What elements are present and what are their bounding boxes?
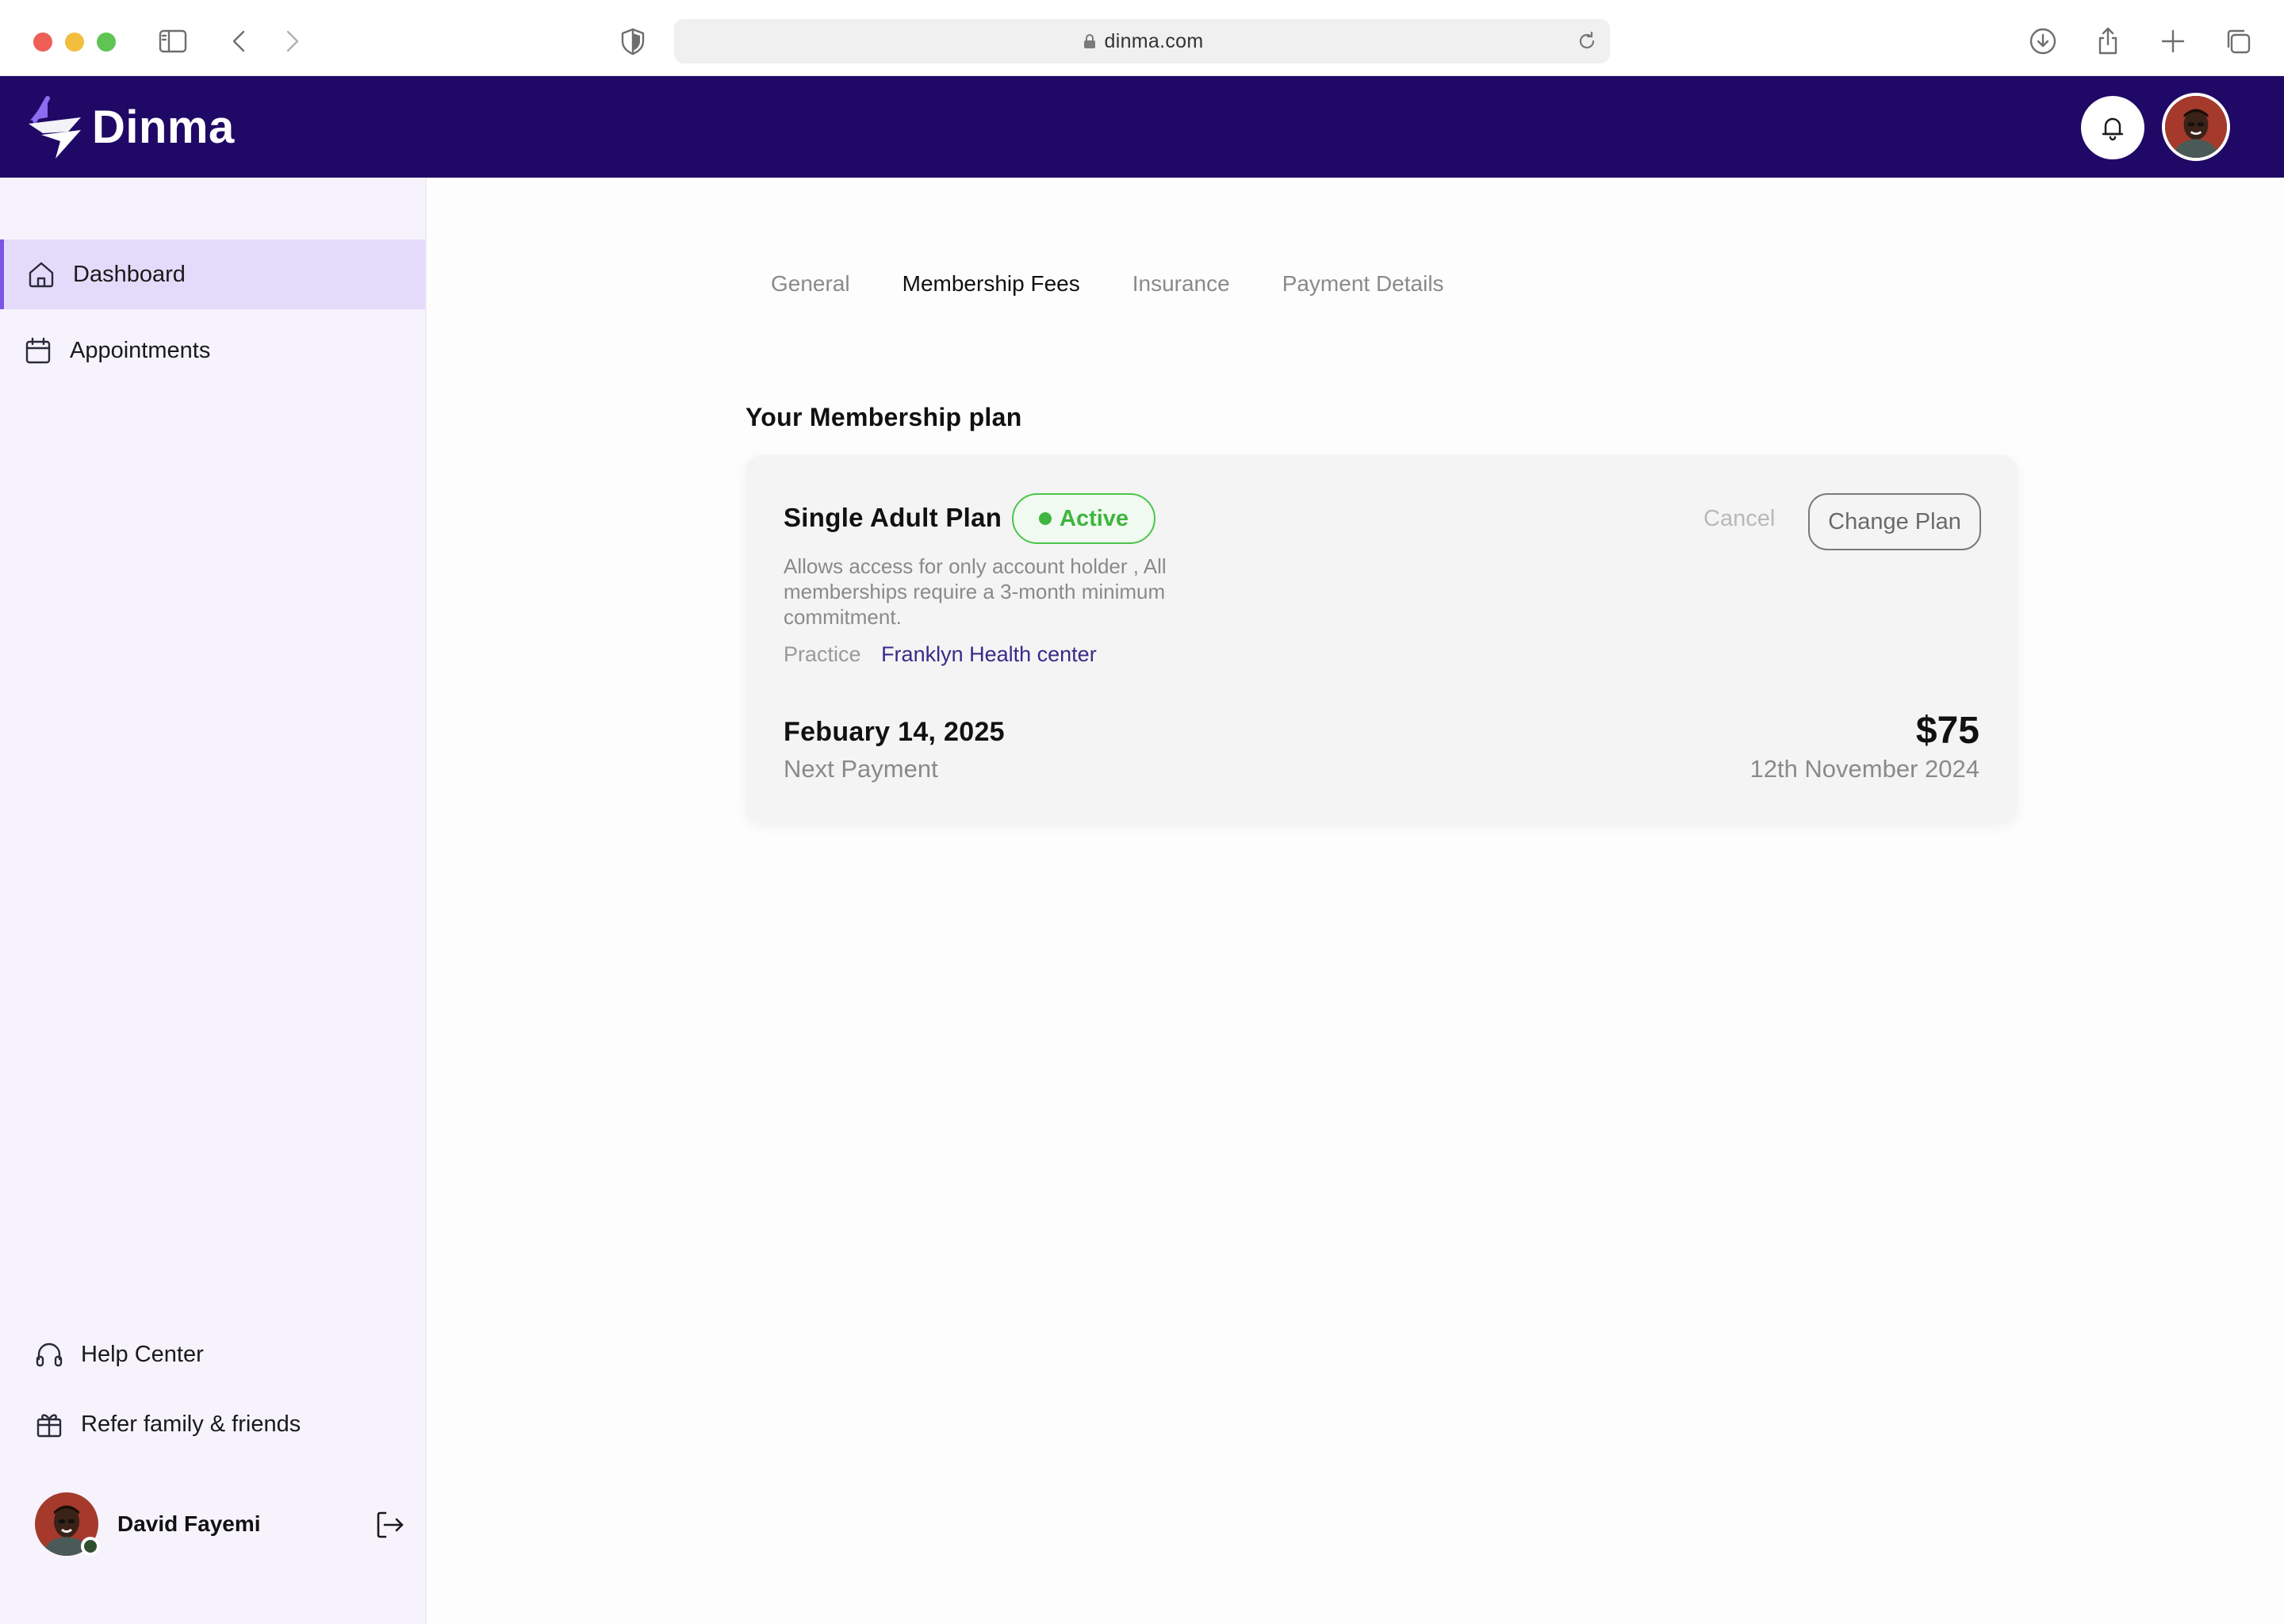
brand-logo[interactable]: Dinma: [24, 94, 235, 160]
sidebar-item-appointments[interactable]: Appointments: [0, 316, 425, 385]
tab-overview-icon[interactable]: [2219, 22, 2257, 60]
forward-icon[interactable]: [273, 22, 311, 60]
logout-icon: [377, 1511, 404, 1538]
avatar-image: [2165, 96, 2227, 158]
next-payment-label: Next Payment: [784, 755, 938, 783]
tab-insurance[interactable]: Insurance: [1132, 271, 1230, 297]
membership-plan-card: Single Adult Plan Active Allows access f…: [745, 455, 2018, 823]
status-text: Active: [1060, 505, 1129, 531]
cancel-plan-button[interactable]: Cancel: [1703, 506, 1775, 532]
plan-name: Single Adult Plan: [784, 503, 1002, 532]
gift-icon: [32, 1407, 67, 1442]
close-window-button[interactable]: [33, 33, 52, 52]
plan-description: Allows access for only account holder , …: [784, 554, 1167, 629]
sidebar-item-help-center[interactable]: Help Center: [0, 1320, 425, 1389]
settings-tabs: General Membership Fees Insurance Paymen…: [771, 271, 1496, 297]
brand-name: Dinma: [92, 101, 235, 153]
practice-label: Practice: [784, 642, 861, 666]
url-text: dinma.com: [1104, 29, 1204, 52]
bell-icon: [2102, 117, 2124, 141]
share-icon[interactable]: [2089, 22, 2127, 60]
headset-icon: [32, 1337, 67, 1372]
status-badge: Active: [1012, 493, 1156, 544]
notifications-button[interactable]: [2081, 96, 2144, 159]
change-plan-button[interactable]: Change Plan: [1808, 493, 1981, 550]
section-title: Your Membership plan: [745, 403, 1022, 431]
header-avatar[interactable]: [2162, 93, 2230, 161]
sidebar-item-refer[interactable]: Refer family & friends: [0, 1389, 425, 1459]
online-status-indicator: [81, 1537, 100, 1556]
calendar-icon: [21, 333, 56, 368]
plan-price: $75: [1915, 710, 1979, 752]
browser-toolbar: dinma.com: [0, 0, 2284, 76]
app-header: Dinma: [0, 76, 2284, 178]
sidebar-item-label: Help Center: [81, 1341, 204, 1367]
main-content: General Membership Fees Insurance Paymen…: [428, 178, 2284, 1624]
tab-payment-details[interactable]: Payment Details: [1282, 271, 1444, 297]
sidebar: Dashboard Appointments Help Center Refer…: [0, 178, 427, 1624]
download-icon[interactable]: [2024, 22, 2062, 60]
logout-button[interactable]: [371, 1507, 408, 1543]
practice-link[interactable]: Franklyn Health center: [881, 642, 1097, 666]
price-date: 12th November 2024: [1749, 755, 1979, 783]
practice-row: Practice Franklyn Health center: [784, 642, 1097, 667]
avatar: [35, 1492, 100, 1556]
sidebar-item-dashboard[interactable]: Dashboard: [0, 239, 425, 309]
new-tab-icon[interactable]: [2154, 22, 2192, 60]
minimize-window-button[interactable]: [65, 33, 84, 52]
sidebar-item-label: Refer family & friends: [81, 1411, 301, 1437]
zoom-window-button[interactable]: [97, 33, 116, 52]
dinma-logo-icon: [29, 96, 81, 159]
next-payment-date: Febuary 14, 2025: [784, 717, 1005, 747]
lock-icon: [1081, 33, 1098, 50]
sidebar-toggle-icon[interactable]: [154, 22, 192, 60]
user-profile[interactable]: David Fayemi: [35, 1491, 408, 1557]
user-name: David Fayemi: [117, 1511, 261, 1536]
status-dot-icon: [1039, 512, 1052, 525]
sidebar-item-label: Dashboard: [73, 261, 186, 287]
tab-membership-fees[interactable]: Membership Fees: [902, 271, 1080, 297]
sidebar-item-label: Appointments: [70, 337, 211, 363]
home-icon: [24, 257, 59, 292]
address-bar[interactable]: dinma.com: [674, 19, 1610, 63]
back-icon[interactable]: [220, 22, 259, 60]
privacy-shield-icon[interactable]: [614, 22, 652, 60]
tab-general[interactable]: General: [771, 271, 850, 297]
reload-icon[interactable]: [1575, 29, 1599, 53]
